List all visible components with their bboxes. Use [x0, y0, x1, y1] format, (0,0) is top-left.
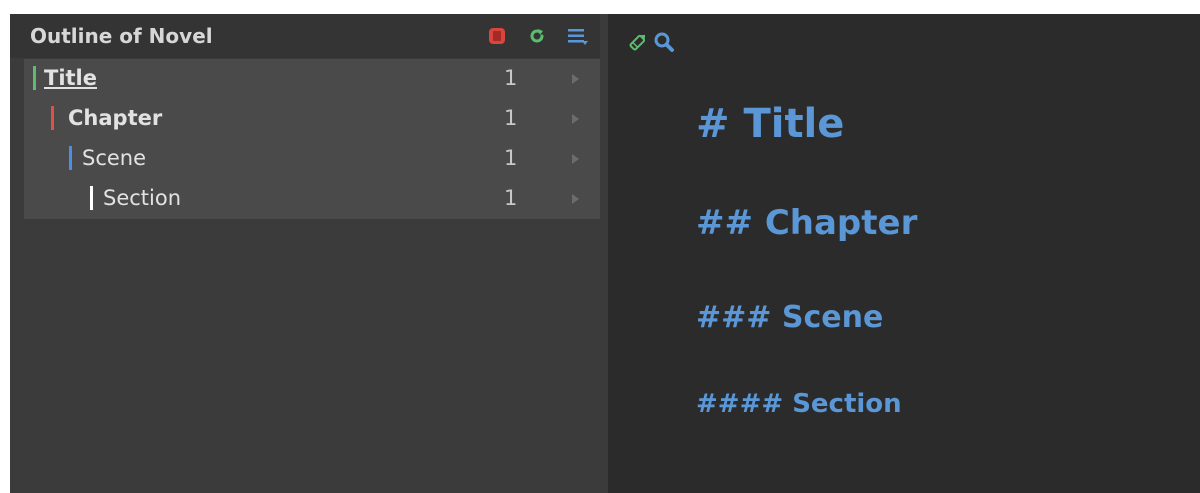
- stop-icon[interactable]: [487, 26, 507, 46]
- heading-level-3: ### Scene: [696, 300, 884, 335]
- expand-arrow-icon[interactable]: [572, 114, 579, 124]
- outline-panel: Outline of Novel Title 1 Chapter 1 Scene…: [10, 14, 600, 493]
- level-marker: [33, 66, 36, 90]
- heading-level-4: #### Section: [696, 389, 902, 419]
- outline-item-count: 1: [504, 146, 518, 170]
- expand-arrow-icon[interactable]: [572, 154, 579, 164]
- outline-item-label: Section: [103, 186, 182, 210]
- outline-title: Outline of Novel: [30, 24, 213, 48]
- outline-item-scene[interactable]: Scene 1: [24, 139, 600, 179]
- outline-item-label: Chapter: [68, 106, 163, 130]
- outline-item-count: 1: [504, 66, 518, 90]
- expand-arrow-icon[interactable]: [572, 194, 579, 204]
- editor-pane[interactable]: # Title ## Chapter ### Scene #### Sectio…: [608, 14, 1200, 493]
- heading-level-1: # Title: [696, 101, 845, 147]
- menu-icon[interactable]: [567, 26, 588, 46]
- refresh-icon[interactable]: [527, 26, 547, 46]
- search-icon[interactable]: [652, 30, 676, 54]
- outline-item-title[interactable]: Title 1: [24, 59, 600, 99]
- outline-list: Title 1 Chapter 1 Scene 1 Section 1: [24, 59, 600, 219]
- outline-item-chapter[interactable]: Chapter 1: [24, 99, 600, 139]
- outline-item-section[interactable]: Section 1: [24, 179, 600, 219]
- level-marker: [51, 106, 54, 130]
- level-marker: [69, 146, 72, 170]
- app-window: Outline of Novel Title 1 Chapter 1 Scene…: [0, 0, 1200, 493]
- splitter-handle[interactable]: [600, 14, 608, 493]
- expand-arrow-icon[interactable]: [572, 74, 579, 84]
- outline-item-count: 1: [504, 186, 518, 210]
- outline-item-label: Scene: [82, 146, 147, 170]
- outline-item-label: Title: [44, 66, 98, 90]
- level-marker: [90, 186, 93, 210]
- heading-level-2: ## Chapter: [696, 203, 918, 243]
- pencil-icon[interactable]: [626, 30, 650, 54]
- outline-item-count: 1: [504, 106, 518, 130]
- outline-header: Outline of Novel: [10, 14, 600, 58]
